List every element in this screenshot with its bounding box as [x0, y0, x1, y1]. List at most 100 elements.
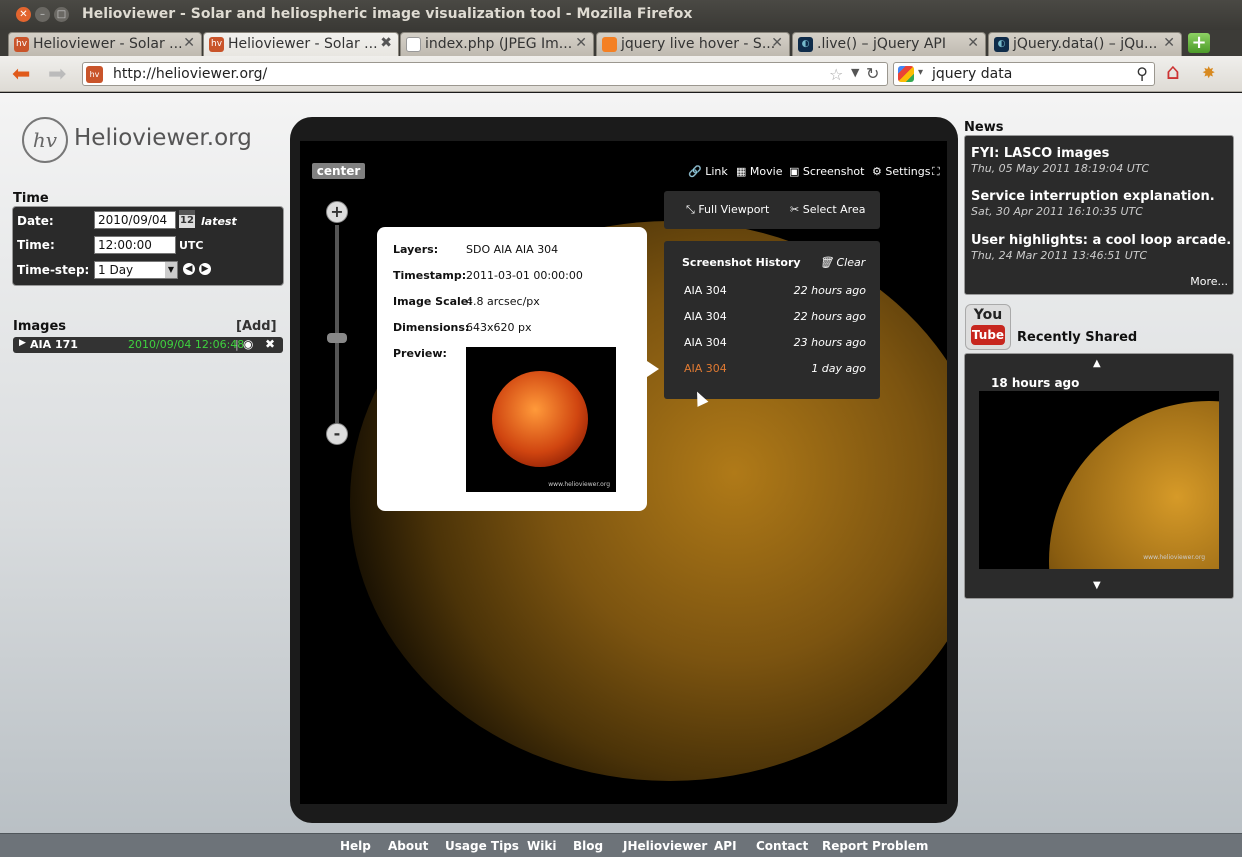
- footer-link-usage-tips[interactable]: Usage Tips: [445, 839, 519, 853]
- zoom-slider-track[interactable]: [327, 225, 347, 423]
- browser-tab-active[interactable]: hv Helioviewer - Solar ... ✖: [203, 32, 399, 56]
- url-text: http://helioviewer.org/: [113, 66, 268, 82]
- history-item[interactable]: AIA 304 22 hours ago: [684, 284, 866, 302]
- browser-tab[interactable]: jquery live hover - S... ✕: [596, 32, 790, 56]
- movie-button[interactable]: ▦ Movie: [736, 165, 782, 178]
- preview-sun: [492, 371, 588, 467]
- footer-link-report-problem[interactable]: Report Problem: [822, 839, 928, 853]
- thumbnail-sun: [1049, 401, 1219, 569]
- news-title[interactable]: FYI: LASCO images: [971, 146, 1149, 161]
- image-layer-row[interactable]: ▶ AIA 171 2010/09/04 12:06:48 | ◉ ✖: [13, 337, 283, 353]
- url-dropdown-icon[interactable]: ▼: [851, 66, 859, 79]
- tab-label: .live() – jQuery API: [817, 36, 946, 52]
- footer-link-contact[interactable]: Contact: [756, 839, 808, 853]
- footer-link-wiki[interactable]: Wiki: [527, 839, 556, 853]
- back-arrow-icon[interactable]: ⬅: [12, 62, 30, 87]
- history-item[interactable]: AIA 304 23 hours ago: [684, 336, 866, 354]
- tab-close-icon[interactable]: ✕: [1163, 35, 1175, 51]
- bookmark-star-icon[interactable]: ☆: [829, 65, 843, 84]
- time-input[interactable]: 12:00:00: [94, 236, 176, 254]
- site-identity-icon[interactable]: hv: [86, 66, 103, 83]
- screenshot-info-tooltip: Layers: SDO AIA AIA 304 Timestamp: 2011-03…: [377, 227, 659, 511]
- latest-link[interactable]: latest: [201, 215, 237, 228]
- footer-link-help[interactable]: Help: [340, 839, 371, 853]
- screenshot-icon: ▣: [789, 165, 800, 178]
- timestep-forward-icon[interactable]: ▶: [199, 263, 211, 275]
- engine-dropdown-icon[interactable]: ▾: [918, 67, 923, 78]
- visibility-eye-icon[interactable]: ◉: [243, 337, 253, 351]
- news-date: Thu, 05 May 2011 18:19:04 UTC: [971, 162, 1150, 175]
- tab-close-icon[interactable]: ✖: [380, 35, 392, 51]
- window-close-icon[interactable]: ✕: [16, 7, 31, 22]
- screenshot-button[interactable]: ▣ Screenshot: [789, 165, 864, 178]
- footer-link-api[interactable]: API: [714, 839, 737, 853]
- gear-icon: ⚙: [872, 165, 882, 178]
- window-minimize-icon[interactable]: –: [35, 7, 50, 22]
- tab-close-icon[interactable]: ✕: [771, 35, 783, 51]
- footer-link-jhelioviewer[interactable]: JHelioviewer: [623, 839, 707, 853]
- calendar-icon[interactable]: 12: [179, 210, 195, 228]
- zoom-out-button[interactable]: -: [326, 423, 348, 445]
- window-titlebar: ✕ – □ Helioviewer - Solar and heliospher…: [0, 0, 1242, 30]
- solar-viewport[interactable]: center 🔗 Link ▦ Movie ▣ Screenshot ⚙ Set…: [300, 141, 947, 804]
- add-layer-button[interactable]: [Add]: [236, 319, 277, 334]
- browser-tab[interactable]: ◐ .live() – jQuery API ✕: [792, 32, 986, 56]
- search-bar[interactable]: ▾ jquery data ⚲: [893, 62, 1155, 86]
- timestep-label: Time-step:: [17, 263, 90, 277]
- news-item[interactable]: Service interruption explanation. Sat, 3…: [971, 189, 1215, 218]
- select-area-button[interactable]: ✂ Select Area: [790, 203, 865, 216]
- window-maximize-icon[interactable]: □: [54, 7, 69, 22]
- scroll-down-arrow-icon[interactable]: ▼: [1093, 580, 1101, 591]
- history-item-label: AIA 304: [684, 284, 727, 297]
- history-item[interactable]: AIA 304 22 hours ago: [684, 310, 866, 328]
- news-title[interactable]: Service interruption explanation.: [971, 189, 1215, 204]
- dimensions-value: 643x620 px: [466, 321, 532, 334]
- search-input[interactable]: jquery data: [932, 66, 1012, 82]
- browser-tab[interactable]: index.php (JPEG Im... ✕: [400, 32, 594, 56]
- new-tab-icon[interactable]: +: [1188, 33, 1210, 53]
- timestep-select[interactable]: 1 Day ▼: [94, 261, 178, 279]
- news-item[interactable]: User highlights: a cool loop arcade. Thu…: [971, 233, 1231, 262]
- expand-triangle-icon[interactable]: ▶: [19, 338, 26, 348]
- search-icon[interactable]: ⚲: [1136, 64, 1148, 83]
- scale-value: 4.8 arcsec/px: [466, 295, 540, 308]
- date-label: Date:: [17, 214, 54, 228]
- timestep-back-icon[interactable]: ◀: [183, 263, 195, 275]
- zoom-in-button[interactable]: +: [326, 201, 348, 223]
- remove-layer-icon[interactable]: ✖: [265, 337, 275, 351]
- settings-button[interactable]: ⚙ Settings: [872, 165, 931, 178]
- scale-label: Image Scale:: [393, 295, 473, 308]
- zoom-slider-handle[interactable]: [327, 333, 347, 343]
- full-viewport-button[interactable]: ⤡ Full Viewport: [686, 203, 769, 217]
- scroll-up-arrow-icon[interactable]: ▲: [1093, 358, 1101, 369]
- browser-tab[interactable]: ◐ jQuery.data() – jQu... ✕: [988, 32, 1182, 56]
- news-item[interactable]: FYI: LASCO images Thu, 05 May 2011 18:19…: [971, 146, 1149, 175]
- youtube-icon[interactable]: You Tube: [965, 304, 1011, 350]
- fullscreen-icon[interactable]: ⛶: [932, 165, 940, 179]
- date-input[interactable]: 2010/09/04: [94, 211, 176, 229]
- browser-tab[interactable]: hv Helioviewer - Solar ... ✕: [8, 32, 202, 56]
- history-item-time: 22 hours ago: [793, 284, 866, 297]
- time-heading: Time: [13, 191, 49, 206]
- news-title[interactable]: User highlights: a cool loop arcade.: [971, 233, 1231, 248]
- history-item-hovered[interactable]: AIA 304 1 day ago: [684, 362, 866, 380]
- tab-close-icon[interactable]: ✕: [183, 35, 195, 51]
- tab-label: jquery live hover - S...: [621, 36, 776, 52]
- shared-video-thumbnail[interactable]: www.helioviewer.org: [979, 391, 1219, 569]
- center-button[interactable]: center: [312, 163, 365, 179]
- forward-arrow-icon[interactable]: ➡: [48, 62, 66, 87]
- tab-close-icon[interactable]: ✕: [575, 35, 587, 51]
- footer-link-blog[interactable]: Blog: [573, 839, 603, 853]
- google-engine-icon[interactable]: [898, 66, 914, 82]
- link-button[interactable]: 🔗 Link: [688, 165, 728, 178]
- clear-history-button[interactable]: 🗑 Clear: [819, 256, 865, 269]
- preview-label: Preview:: [393, 347, 447, 360]
- url-bar[interactable]: hv http://helioviewer.org/ ☆ ▼ ↻: [82, 62, 888, 86]
- reload-icon[interactable]: ↻: [866, 64, 879, 83]
- tab-close-icon[interactable]: ✕: [967, 35, 979, 51]
- more-news-link[interactable]: More...: [1190, 275, 1228, 288]
- footer-link-about[interactable]: About: [388, 839, 428, 853]
- recently-shared-heading: Recently Shared: [1017, 330, 1138, 345]
- addon-icon[interactable]: ✸: [1202, 63, 1215, 82]
- home-icon[interactable]: ⌂: [1166, 60, 1180, 85]
